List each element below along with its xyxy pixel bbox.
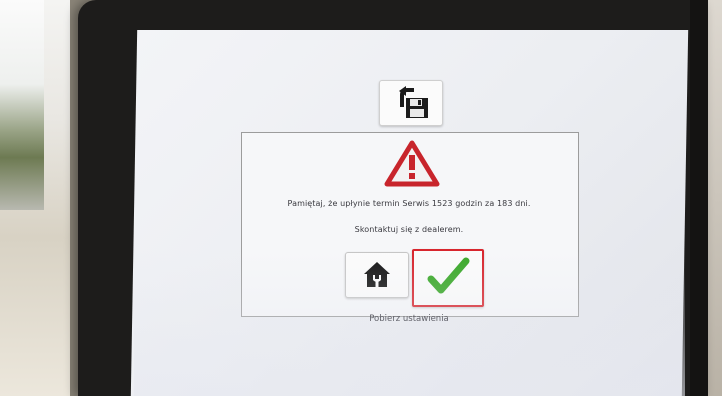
contact-dealer-message: Skontaktuj się z dealerem. [354, 225, 464, 234]
background-window [0, 0, 44, 210]
home-button[interactable] [345, 252, 409, 298]
confirm-ok-button[interactable] [412, 249, 484, 307]
checkmark-icon [427, 257, 470, 294]
save-with-back-arrow-icon [399, 86, 428, 118]
terminal-bezel-edge [690, 0, 708, 396]
home-wrench-icon [364, 262, 390, 287]
warning-triangle-icon [384, 140, 440, 188]
save-settings-button[interactable] [379, 80, 443, 126]
download-settings-label: Pobierz ustawienia [369, 314, 449, 324]
reminder-message: Pamiętaj, że upłynie termin Serwis 1523 … [287, 199, 531, 208]
